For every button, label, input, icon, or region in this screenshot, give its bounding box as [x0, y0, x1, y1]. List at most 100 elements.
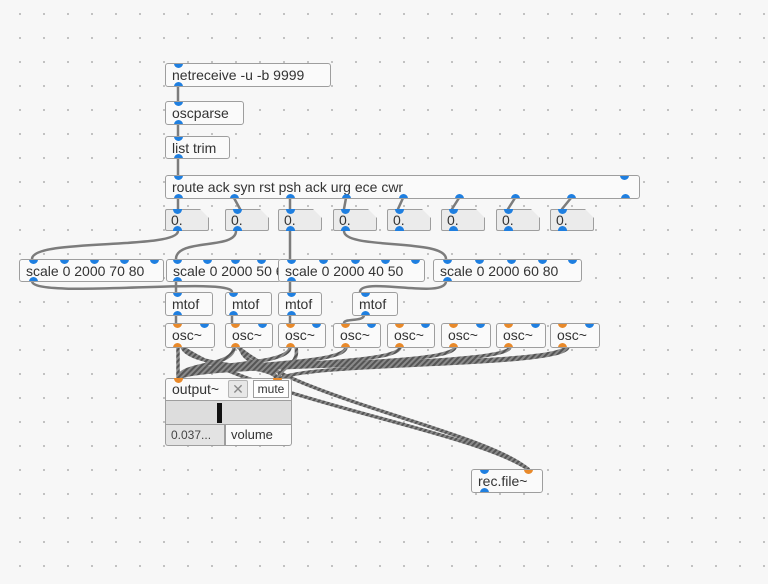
float-atom[interactable]: 0.	[225, 209, 269, 231]
cord	[342, 229, 448, 261]
object-label: mtof	[232, 296, 260, 312]
oscparse-object[interactable]: oscparse	[165, 101, 244, 125]
float-atom[interactable]: 0.	[496, 209, 540, 231]
osc-object[interactable]: osc~	[550, 323, 600, 348]
signal-cord	[176, 345, 567, 381]
cord	[506, 196, 517, 211]
float-atom[interactable]: 0.	[165, 209, 209, 231]
rec-file-object[interactable]: rec.file~	[471, 469, 543, 493]
outlet[interactable]	[173, 277, 182, 281]
cord	[358, 279, 448, 294]
outlet[interactable]	[455, 194, 464, 198]
outlet[interactable]	[449, 343, 458, 347]
outlet[interactable]	[342, 194, 351, 198]
float-atom[interactable]: 0.	[387, 209, 431, 231]
outlet[interactable]	[361, 311, 370, 315]
float-atom[interactable]: 0.	[550, 209, 594, 231]
outlet[interactable]	[174, 82, 183, 86]
outlet[interactable]	[231, 343, 240, 347]
osc-object[interactable]: osc~	[387, 323, 435, 348]
osc-object[interactable]: osc~	[278, 323, 326, 348]
route-object[interactable]: route ack syn rst psh ack urg ece cwr	[165, 175, 640, 199]
object-label: netreceive -u -b 9999	[172, 67, 305, 83]
outlet[interactable]	[287, 311, 296, 315]
signal-cord	[238, 345, 278, 381]
output-object[interactable]: output~ ✕ mute 0.037... volume	[165, 378, 292, 446]
outlet[interactable]	[395, 343, 404, 347]
signal-cord	[176, 345, 292, 381]
cord	[560, 196, 573, 211]
outlet[interactable]	[443, 277, 452, 281]
cord	[342, 313, 366, 325]
float-atom[interactable]: 0.	[333, 209, 377, 231]
inlet[interactable]	[312, 324, 321, 328]
outlet[interactable]	[395, 226, 404, 231]
mtof-object[interactable]: mtof	[225, 292, 272, 316]
outlet[interactable]	[558, 226, 567, 231]
osc-object[interactable]: osc~	[496, 323, 546, 348]
outlet[interactable]	[341, 343, 350, 347]
outlet[interactable]	[287, 277, 296, 281]
outlet[interactable]	[233, 226, 242, 231]
outlet[interactable]	[174, 154, 183, 158]
signal-cord	[176, 345, 457, 381]
outlet[interactable]	[567, 194, 576, 198]
outlet[interactable]	[286, 343, 295, 347]
outlet[interactable]	[504, 226, 513, 231]
cord	[174, 229, 238, 261]
osc-object[interactable]: osc~	[333, 323, 381, 348]
signal-cord	[176, 345, 402, 381]
outlet[interactable]	[286, 226, 295, 231]
outlet[interactable]	[558, 343, 567, 347]
float-atom[interactable]: 0.	[441, 209, 485, 231]
close-icon[interactable]: ✕	[228, 380, 248, 398]
outlet[interactable]	[399, 194, 408, 198]
osc-object[interactable]: osc~	[225, 323, 273, 348]
inlet[interactable]	[367, 324, 376, 328]
outlet[interactable]	[173, 343, 182, 347]
osc-object[interactable]: osc~	[441, 323, 491, 348]
cord	[396, 196, 405, 211]
scale-object[interactable]: scale 0 2000 50 60	[166, 259, 281, 282]
cord	[30, 279, 234, 294]
inlet[interactable]	[150, 260, 159, 264]
mute-toggle[interactable]: mute	[253, 380, 289, 398]
mtof-object[interactable]: mtof	[278, 292, 322, 316]
netreceive-object[interactable]: netreceive -u -b 9999	[165, 63, 331, 87]
level-number[interactable]: 0.037...	[165, 425, 225, 446]
outlet[interactable]	[286, 194, 295, 198]
outlet[interactable]	[29, 277, 38, 281]
outlet[interactable]	[511, 194, 520, 198]
inlet[interactable]	[411, 260, 420, 264]
scale-object[interactable]: scale 0 2000 60 80	[433, 259, 582, 282]
scale-object[interactable]: scale 0 2000 70 80	[19, 259, 164, 282]
slider-thumb[interactable]	[216, 403, 222, 423]
signal-cord	[176, 345, 236, 381]
signal-cord	[278, 345, 570, 381]
cord	[30, 229, 180, 261]
outlet[interactable]	[621, 194, 630, 198]
mtof-object[interactable]: mtof	[165, 292, 213, 316]
outlet[interactable]	[173, 226, 182, 231]
list-trim-object[interactable]: list trim	[165, 136, 230, 159]
inlet[interactable]	[568, 260, 577, 264]
volume-slider[interactable]	[165, 401, 292, 425]
signal-cord	[176, 345, 348, 381]
outlet[interactable]	[229, 311, 238, 315]
outlet[interactable]	[480, 488, 489, 492]
inlet[interactable]	[421, 324, 430, 328]
osc-object[interactable]: osc~	[165, 323, 215, 348]
outlet[interactable]	[341, 226, 350, 231]
cord	[450, 196, 461, 211]
signal-cord	[176, 345, 512, 381]
outlet[interactable]	[173, 311, 182, 315]
outlet[interactable]	[504, 343, 513, 347]
scale-object[interactable]: scale 0 2000 40 50	[278, 259, 425, 282]
outlet[interactable]	[449, 226, 458, 231]
outlet[interactable]	[230, 194, 239, 198]
volume-label: volume	[225, 425, 292, 446]
mtof-object[interactable]: mtof	[352, 292, 398, 316]
outlet[interactable]	[174, 120, 183, 124]
float-atom[interactable]: 0.	[278, 209, 322, 231]
outlet[interactable]	[174, 194, 183, 198]
